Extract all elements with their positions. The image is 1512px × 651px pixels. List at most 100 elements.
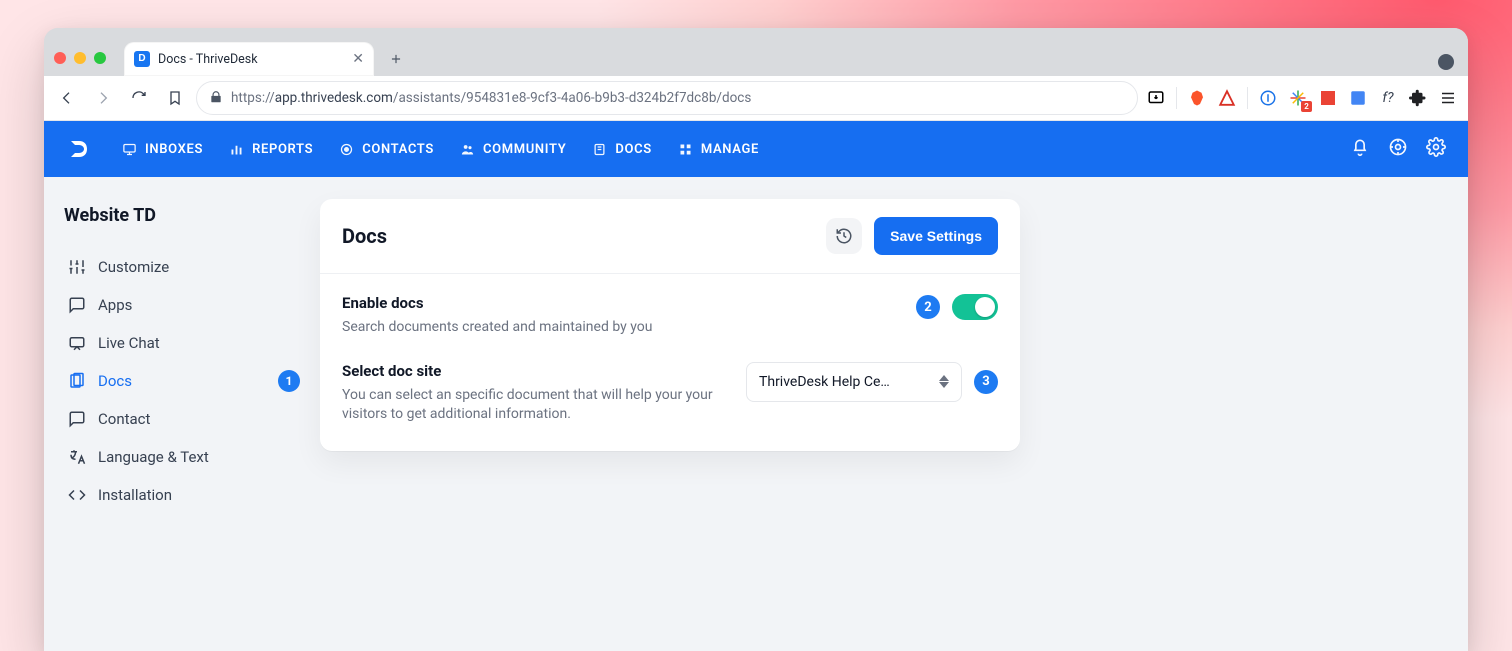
window-controls	[54, 52, 106, 64]
app: INBOXES REPORTS CONTACTS COMMUNITY DOCS	[44, 121, 1468, 651]
app-header: INBOXES REPORTS CONTACTS COMMUNITY DOCS	[44, 121, 1468, 177]
minimize-window-icon[interactable]	[74, 52, 86, 64]
history-button[interactable]	[826, 218, 862, 254]
step-3-badge: 3	[974, 370, 998, 394]
browser-toolbar: https://app.thrivedesk.com/assistants/95…	[44, 76, 1468, 121]
nav-label: INBOXES	[145, 142, 203, 157]
nav-inboxes[interactable]: INBOXES	[122, 142, 203, 157]
sidebar-item-customize[interactable]: Customize	[64, 248, 294, 286]
sidebar-item-label: Live Chat	[98, 334, 160, 352]
ext-badge: 2	[1301, 101, 1312, 112]
chevron-updown-icon	[939, 375, 949, 388]
extensions-icon[interactable]	[1406, 86, 1430, 110]
sidebar-item-label: Customize	[98, 258, 169, 276]
select-site-title: Select doc site	[342, 362, 722, 380]
history-icon	[835, 227, 853, 245]
help-icon[interactable]	[1388, 137, 1408, 161]
nav-reports[interactable]: REPORTS	[229, 142, 313, 157]
chat-icon	[68, 296, 86, 314]
card-title: Docs	[342, 224, 387, 248]
fquestion-ext-icon[interactable]: f?	[1376, 86, 1400, 110]
translate-icon	[68, 448, 86, 466]
toggle-knob-icon	[975, 297, 995, 317]
favicon-icon: D	[134, 51, 150, 67]
sidebar-item-docs[interactable]: Docs 1	[64, 362, 294, 400]
separator	[1247, 87, 1248, 109]
nav-community[interactable]: COMMUNITY	[460, 142, 566, 157]
lock-icon	[209, 89, 223, 108]
sidebar-item-livechat[interactable]: Live Chat	[64, 324, 294, 362]
top-nav: INBOXES REPORTS CONTACTS COMMUNITY DOCS	[122, 142, 759, 157]
tab-title: Docs - ThriveDesk	[158, 52, 258, 67]
address-bar[interactable]: https://app.thrivedesk.com/assistants/95…	[196, 81, 1138, 115]
docs-card: Docs Save Settings	[320, 199, 1020, 451]
content: Docs Save Settings	[314, 177, 1468, 651]
onepassword-ext-icon[interactable]	[1256, 86, 1280, 110]
sidebar-item-apps[interactable]: Apps	[64, 286, 294, 324]
bookmark-button[interactable]	[160, 83, 190, 113]
settings-icon[interactable]	[1426, 137, 1446, 161]
nav-label: CONTACTS	[362, 142, 434, 157]
book-icon	[592, 142, 607, 157]
nav-label: REPORTS	[252, 142, 313, 157]
select-value: ThriveDesk Help Ce…	[759, 374, 890, 390]
sidebar-item-label: Installation	[98, 486, 172, 504]
active-tab[interactable]: D Docs - ThriveDesk ✕	[124, 42, 374, 76]
reload-button[interactable]	[124, 83, 154, 113]
sidebar-section-title: Website TD	[64, 205, 294, 226]
save-settings-button[interactable]: Save Settings	[874, 217, 998, 255]
back-button[interactable]	[52, 83, 82, 113]
docs-badge: 1	[278, 370, 300, 392]
grid-icon	[678, 142, 693, 157]
sliders-icon	[68, 258, 86, 276]
code-icon	[68, 486, 86, 504]
nav-contacts[interactable]: CONTACTS	[339, 142, 434, 157]
nav-label: MANAGE	[701, 142, 759, 157]
doc-site-select[interactable]: ThriveDesk Help Ce…	[746, 362, 962, 402]
brave-ext-icon[interactable]	[1185, 86, 1209, 110]
card-actions: Save Settings	[826, 217, 998, 255]
target-icon	[339, 142, 354, 157]
header-actions	[1350, 137, 1446, 161]
browser-window: D Docs - ThriveDesk ✕ https://app.thr	[44, 28, 1468, 651]
nav-manage[interactable]: MANAGE	[678, 142, 759, 157]
browser-menu-icon[interactable]	[1436, 86, 1460, 110]
translate-ext-icon[interactable]	[1346, 86, 1370, 110]
close-window-icon[interactable]	[54, 52, 66, 64]
step-2-badge: 2	[916, 295, 940, 319]
maximize-window-icon[interactable]	[94, 52, 106, 64]
profile-avatar-icon[interactable]	[1438, 54, 1454, 70]
forward-button	[88, 83, 118, 113]
sidebar-item-language[interactable]: Language & Text	[64, 438, 294, 476]
sidebar-item-label: Language & Text	[98, 448, 209, 466]
card-header: Docs Save Settings	[320, 199, 1020, 274]
nav-docs[interactable]: DOCS	[592, 142, 651, 157]
close-tab-icon[interactable]: ✕	[352, 51, 364, 67]
row-select-site: Select doc site You can select an specif…	[342, 362, 998, 425]
people-icon	[460, 142, 475, 157]
notifications-icon[interactable]	[1350, 137, 1370, 161]
install-site-icon[interactable]	[1144, 86, 1168, 110]
contact-icon	[68, 410, 86, 428]
enable-docs-toggle[interactable]	[952, 294, 998, 320]
card-body: Enable docs Search documents created and…	[320, 274, 1020, 451]
barchart-icon	[229, 142, 244, 157]
new-tab-button[interactable]	[382, 45, 410, 73]
sidebar: Website TD Customize Apps Live Chat Docs…	[44, 177, 314, 651]
red-ext-icon[interactable]	[1316, 86, 1340, 110]
enable-docs-title: Enable docs	[342, 294, 652, 312]
select-site-desc: You can select an specific document that…	[342, 386, 722, 425]
sidebar-item-label: Docs	[98, 372, 132, 390]
workspace: Website TD Customize Apps Live Chat Docs…	[44, 177, 1468, 651]
nav-label: COMMUNITY	[483, 142, 566, 157]
separator	[1176, 87, 1177, 109]
brand-logo-icon[interactable]	[66, 136, 92, 162]
enable-docs-desc: Search documents created and maintained …	[342, 318, 652, 338]
sidebar-item-label: Apps	[98, 296, 132, 314]
colorful-ext-icon[interactable]: 2	[1286, 86, 1310, 110]
url-text: https://app.thrivedesk.com/assistants/95…	[231, 90, 751, 106]
triangle-ext-icon[interactable]	[1215, 86, 1239, 110]
sidebar-item-installation[interactable]: Installation	[64, 476, 294, 514]
sidebar-item-label: Contact	[98, 410, 150, 428]
sidebar-item-contact[interactable]: Contact	[64, 400, 294, 438]
